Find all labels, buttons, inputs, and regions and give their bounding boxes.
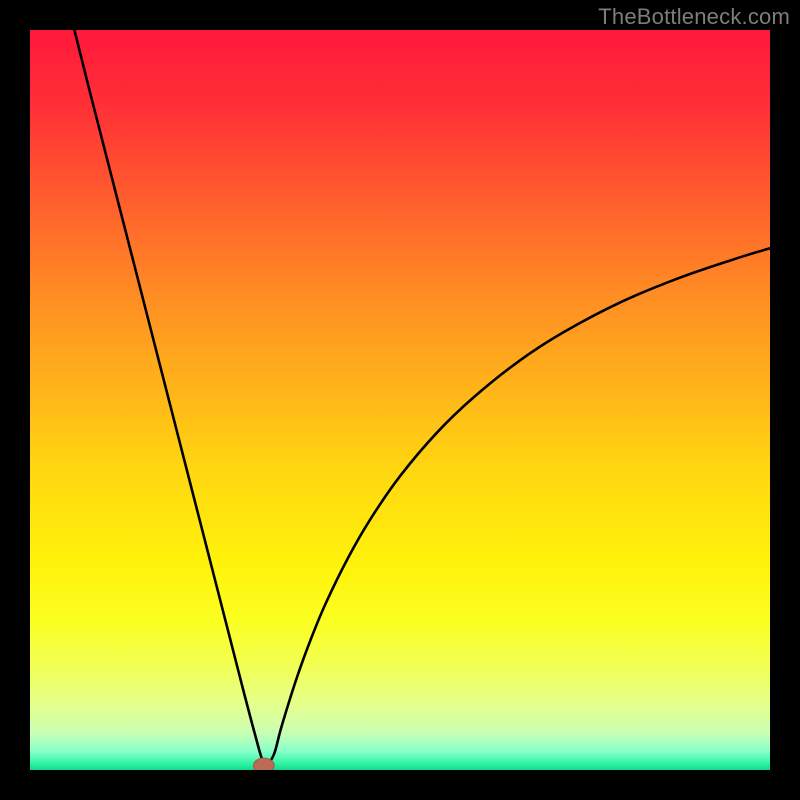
optimal-point-marker (253, 758, 274, 770)
watermark-text: TheBottleneck.com (598, 4, 790, 30)
bottleneck-chart (30, 30, 770, 770)
chart-plot-area (30, 30, 770, 770)
gradient-background (30, 30, 770, 770)
chart-frame: TheBottleneck.com (0, 0, 800, 800)
